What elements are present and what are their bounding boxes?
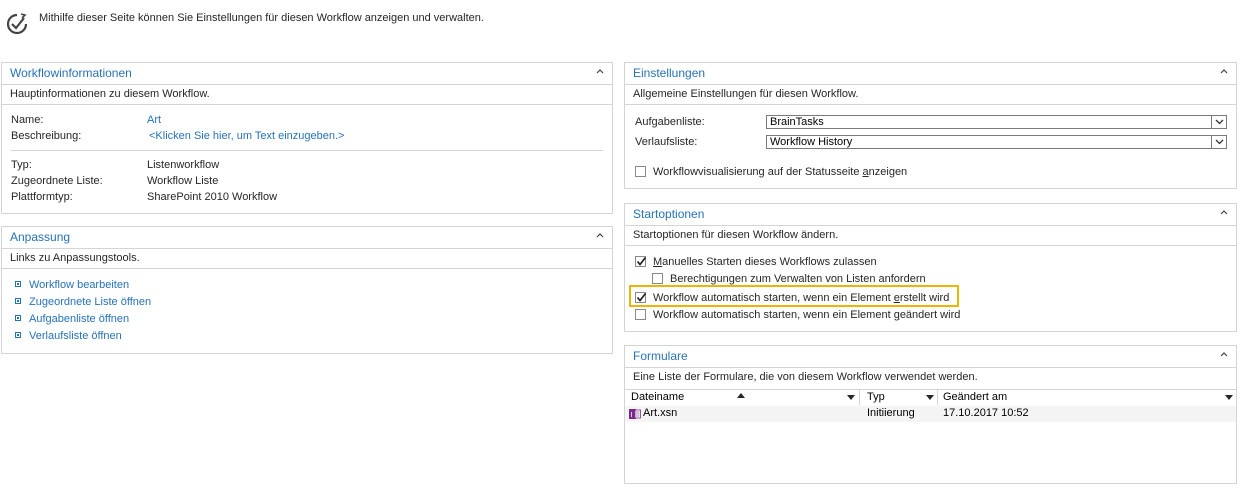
column-filter-icon[interactable]: [847, 395, 855, 400]
column-separator: [859, 390, 860, 405]
description-value-link[interactable]: <Klicken Sie hier, um Text einzugeben.>: [149, 130, 344, 142]
form-type: Initiierung: [867, 407, 915, 419]
settings-panel: Einstellungen Allgemeine Einstellungen f…: [624, 62, 1237, 189]
type-value: Listenworkflow: [147, 159, 220, 171]
history-list-select[interactable]: Workflow History: [766, 135, 1227, 149]
name-value-link[interactable]: Art: [147, 114, 161, 126]
platform-value: SharePoint 2010 Workflow: [147, 191, 278, 203]
panel-subtitle: Allgemeine Einstellungen für diesen Work…: [625, 85, 1236, 105]
manual-start-label: Manuelles Starten dieses Workflows zulas…: [653, 256, 877, 268]
panel-header: Startoptionen: [625, 204, 1236, 226]
panel-subtitle: Links zu Anpassungstools.: [2, 249, 612, 269]
workflow-info-panel: Workflowinformationen Hauptinformationen…: [1, 62, 613, 214]
chevron-up-icon[interactable]: [1220, 208, 1228, 216]
sort-ascending-icon: [737, 393, 745, 398]
description-label: Beschreibung:: [11, 130, 82, 142]
panel-header: Anpassung: [2, 227, 612, 249]
column-separator: [937, 390, 938, 405]
customization-panel: Anpassung Links zu Anpassungstools. Work…: [1, 226, 613, 354]
chevron-down-icon[interactable]: [1211, 115, 1226, 129]
chevron-up-icon[interactable]: [596, 231, 604, 239]
task-list-value: BrainTasks: [770, 116, 824, 128]
highlight-box: [629, 285, 959, 307]
workflow-check-icon: [6, 13, 28, 35]
link-open-task-list[interactable]: Aufgabenliste öffnen: [15, 313, 129, 325]
table-row[interactable]: I Art.xsn Initiierung 17.10.2017 10:52: [625, 406, 1236, 422]
platform-label: Plattformtyp:: [11, 191, 73, 203]
associated-list-label: Zugeordnete Liste:: [11, 175, 103, 187]
forms-panel: Formulare Eine Liste der Formulare, die …: [624, 345, 1237, 484]
link-open-associated-list[interactable]: Zugeordnete Liste öffnen: [15, 296, 151, 308]
svg-text:I: I: [630, 411, 632, 419]
column-filter-icon[interactable]: [926, 395, 934, 400]
show-visualization-checkbox[interactable]: [635, 166, 646, 177]
panel-subtitle: Eine Liste der Formulare, die von diesem…: [633, 371, 978, 383]
start-on-change-label: Workflow automatisch starten, wenn ein E…: [653, 309, 961, 321]
panel-header: Workflowinformationen: [2, 63, 612, 85]
chevron-up-icon[interactable]: [1220, 67, 1228, 75]
link-edit-workflow[interactable]: Workflow bearbeiten: [15, 279, 129, 291]
form-changed: 17.10.2017 10:52: [943, 407, 1029, 419]
column-header-filename[interactable]: Dateiname: [631, 391, 684, 403]
panel-title: Anpassung: [10, 230, 71, 244]
panel-header: Einstellungen: [625, 63, 1236, 85]
associated-list-value: Workflow Liste: [147, 175, 219, 187]
panel-title: Startoptionen: [633, 207, 705, 221]
bullet-icon: [15, 315, 21, 321]
infopath-form-icon: I: [629, 409, 641, 419]
form-name-link[interactable]: Art.xsn: [643, 407, 677, 419]
chevron-down-icon[interactable]: [1211, 135, 1226, 149]
bullet-icon: [15, 281, 21, 287]
manual-start-checkbox[interactable]: [635, 256, 647, 267]
column-filter-icon[interactable]: [1225, 395, 1233, 400]
type-label: Typ:: [11, 159, 32, 171]
show-visualization-label: Workflowvisualisierung auf der Statussei…: [653, 166, 908, 178]
panel-header: Formulare: [625, 346, 1236, 368]
start-on-change-checkbox[interactable]: [635, 309, 646, 320]
panel-title: Einstellungen: [633, 66, 706, 80]
forms-table-header: Dateiname Typ Geändert am: [625, 389, 1236, 407]
panel-title: Workflowinformationen: [10, 66, 132, 80]
panel-title: Formulare: [633, 349, 688, 363]
chevron-up-icon[interactable]: [1220, 350, 1228, 358]
name-label: Name:: [11, 114, 44, 126]
divider: [11, 150, 603, 151]
history-list-value: Workflow History: [770, 136, 853, 148]
history-list-label: Verlaufsliste:: [635, 136, 698, 148]
panel-subtitle: Startoptionen für diesen Workflow ändern…: [625, 226, 1236, 246]
require-permissions-checkbox[interactable]: [652, 273, 663, 284]
column-header-changed[interactable]: Geändert am: [943, 391, 1007, 403]
page-description: Mithilfe dieser Seite können Sie Einstel…: [39, 12, 484, 24]
bullet-icon: [15, 298, 21, 304]
bullet-icon: [15, 332, 21, 338]
task-list-label: Aufgabenliste:: [635, 116, 705, 128]
column-header-type[interactable]: Typ: [867, 391, 885, 403]
start-options-panel: Startoptionen Startoptionen für diesen W…: [624, 203, 1237, 332]
panel-subtitle: Hauptinformationen zu diesem Workflow.: [2, 85, 612, 105]
chevron-up-icon[interactable]: [596, 67, 604, 75]
task-list-select[interactable]: BrainTasks: [766, 115, 1227, 129]
link-open-history-list[interactable]: Verlaufsliste öffnen: [15, 330, 122, 342]
